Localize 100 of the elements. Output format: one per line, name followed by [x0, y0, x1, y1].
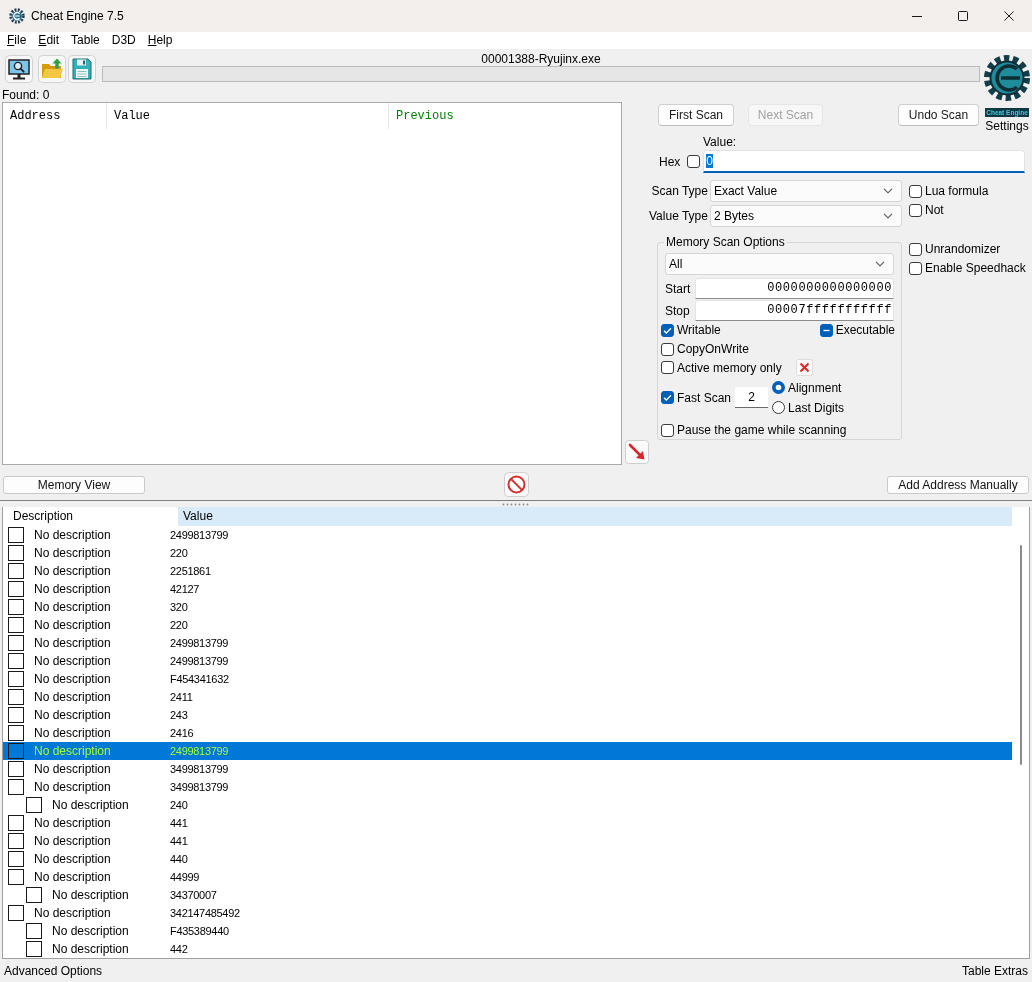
settings-label[interactable]: Settings — [985, 119, 1029, 133]
value-text: 441 — [170, 834, 188, 848]
save-icon[interactable] — [68, 55, 96, 83]
scan-button[interactable]: First Scan — [658, 104, 734, 126]
menu-item[interactable]: Table — [65, 33, 106, 48]
table-row[interactable]: No description 220 — [3, 616, 1012, 634]
value-type-dropdown[interactable]: 2 Bytes — [709, 205, 902, 227]
checkbox[interactable] — [26, 941, 42, 957]
menu-item[interactable]: D3D — [105, 33, 142, 48]
checkbox[interactable] — [26, 887, 42, 903]
checkbox[interactable] — [661, 423, 674, 437]
table-row[interactable]: No description 442 — [3, 940, 1012, 958]
checkbox[interactable] — [8, 761, 24, 777]
table-row[interactable]: No description 220 — [3, 544, 1012, 562]
menu-item[interactable]: Edit — [32, 33, 66, 48]
grip-icon[interactable] — [502, 502, 530, 506]
scrollbar-thumb[interactable] — [1019, 545, 1022, 765]
table-row[interactable]: No description 2499813799 — [3, 652, 1012, 670]
group-title: Memory Scan Options — [664, 235, 787, 249]
table-row[interactable]: No description 3499813799 — [3, 760, 1012, 778]
column-header[interactable]: Value — [107, 103, 389, 129]
checkbox[interactable] — [8, 653, 24, 669]
table-row[interactable]: No description 2499813799 — [3, 742, 1012, 760]
value-text: 42127 — [170, 582, 200, 596]
scan-button[interactable]: Undo Scan — [898, 104, 979, 126]
table-row[interactable]: No description 440 — [3, 850, 1012, 868]
close-icon[interactable] — [1004, 11, 1014, 21]
table-row[interactable]: No description 3499813799 — [3, 778, 1012, 796]
chevron-down-icon[interactable] — [875, 261, 885, 267]
checkbox[interactable] — [819, 323, 833, 337]
table-row[interactable]: No description 320 — [3, 598, 1012, 616]
checkbox[interactable] — [687, 155, 701, 168]
checkbox[interactable] — [26, 923, 42, 939]
column-header[interactable]: Previous — [389, 103, 621, 129]
value-field[interactable]: 0 — [703, 150, 1025, 173]
region-dropdown[interactable]: All — [665, 253, 894, 275]
table-row[interactable]: No description 2416 — [3, 724, 1012, 742]
table-row[interactable]: No description 243 — [3, 706, 1012, 724]
radio-button[interactable] — [772, 401, 786, 414]
memory-view-button[interactable]: Memory View — [3, 475, 145, 494]
table-row[interactable]: No description 2411 — [3, 688, 1012, 706]
checkbox[interactable] — [661, 342, 674, 356]
table-row[interactable]: No description 2251861 — [3, 562, 1012, 580]
stop-address-field[interactable]: 00007fffffffffff — [695, 300, 894, 321]
checkbox[interactable] — [909, 203, 922, 217]
scan-type-dropdown[interactable]: Exact Value — [709, 180, 902, 202]
table-extras-link[interactable]: Table Extras — [961, 963, 1028, 978]
checkbox[interactable] — [661, 391, 674, 404]
radio-button[interactable] — [772, 381, 786, 394]
menu-item[interactable]: File — [1, 33, 33, 48]
table-row[interactable]: No description 42127 — [3, 580, 1012, 598]
advanced-options-link[interactable]: Advanced Options — [4, 963, 103, 978]
table-row[interactable]: No description 441 — [3, 814, 1012, 832]
maximize-icon[interactable] — [958, 11, 968, 21]
chevron-down-icon[interactable] — [883, 213, 893, 219]
monitor-magnifier-icon[interactable] — [5, 55, 33, 83]
checkbox[interactable] — [26, 797, 42, 813]
table-row[interactable]: No description F435389440 — [3, 922, 1012, 940]
checkbox[interactable] — [8, 779, 24, 795]
table-row[interactable]: No description 44999 — [3, 868, 1012, 886]
checkbox[interactable] — [909, 261, 922, 275]
checkbox[interactable] — [8, 725, 24, 741]
add-address-button[interactable]: Add Address Manually — [887, 475, 1029, 494]
checkbox[interactable] — [8, 617, 24, 633]
checkbox[interactable] — [8, 905, 24, 921]
chevron-down-icon[interactable] — [883, 188, 893, 194]
checkbox[interactable] — [8, 851, 24, 867]
checkbox[interactable] — [8, 671, 24, 687]
checkbox[interactable] — [8, 689, 24, 705]
prohibited-icon[interactable] — [503, 472, 529, 497]
checkbox[interactable] — [909, 184, 922, 198]
table-row[interactable]: No description 441 — [3, 832, 1012, 850]
value-text: 2251861 — [170, 564, 211, 578]
checkbox[interactable] — [8, 743, 24, 759]
checkbox[interactable] — [8, 581, 24, 597]
fast-scan-field[interactable]: 2 — [735, 387, 769, 408]
table-row[interactable]: No description 2499813799 — [3, 634, 1012, 652]
checkbox[interactable] — [8, 815, 24, 831]
checkbox[interactable] — [8, 563, 24, 579]
checkbox[interactable] — [661, 361, 674, 374]
table-row[interactable]: No description 34370007 — [3, 886, 1012, 904]
column-header[interactable]: Address — [3, 103, 107, 129]
checkbox[interactable] — [8, 599, 24, 615]
start-address-field[interactable]: 0000000000000000 — [695, 278, 894, 299]
checkbox[interactable] — [8, 833, 24, 849]
column-header[interactable]: Description — [3, 507, 172, 526]
checkbox[interactable] — [8, 545, 24, 561]
checkbox[interactable] — [8, 635, 24, 651]
table-row[interactable]: No description F454341632 — [3, 670, 1012, 688]
menu-item[interactable]: Help — [141, 33, 179, 48]
checkbox[interactable] — [661, 323, 674, 337]
column-header[interactable]: Value — [178, 507, 1012, 526]
checkbox[interactable] — [8, 869, 24, 885]
table-row[interactable]: No description 2499813799 — [3, 526, 1012, 544]
checkbox[interactable] — [8, 527, 24, 543]
table-row[interactable]: No description 342147485492 — [3, 904, 1012, 922]
cross-icon[interactable] — [795, 359, 813, 376]
checkbox[interactable] — [909, 242, 922, 256]
table-row[interactable]: No description 240 — [3, 796, 1012, 814]
checkbox[interactable] — [8, 707, 24, 723]
